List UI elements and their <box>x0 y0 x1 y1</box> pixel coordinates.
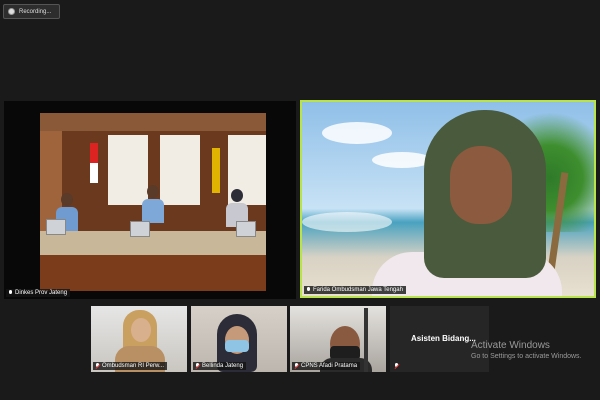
video-tile-ombudsman-ri[interactable]: Ombudsman RI Perw... <box>91 306 187 372</box>
watermark-title: Activate Windows <box>471 340 550 351</box>
microphone-icon <box>8 290 13 296</box>
record-icon <box>8 8 15 15</box>
video-tile-farida[interactable]: Farida Ombudsman Jawa Tengah <box>300 100 596 298</box>
muted-microphone-icon <box>294 363 299 369</box>
participant-name-tag <box>392 362 404 370</box>
recording-indicator[interactable]: Recording... <box>3 4 60 19</box>
muted-microphone-icon <box>95 363 100 369</box>
watermark-subtitle: Go to Settings to activate Windows. <box>471 353 582 360</box>
microphone-icon <box>306 287 311 293</box>
participant-name-large: Asisten Bidang... <box>411 334 476 343</box>
recording-label: Recording... <box>19 8 52 15</box>
participant-name-tag: Farida Ombudsman Jawa Tengah <box>304 286 406 294</box>
participant-name-tag: CPNS Afadi Pratama <box>292 362 361 370</box>
video-tile-cpns-afadi[interactable]: CPNS Afadi Pratama <box>290 306 386 372</box>
video-feed <box>40 113 266 291</box>
video-tile-dinkes[interactable]: Dinkes Prov Jateng <box>4 101 296 299</box>
participant-name-tag: Ombudsman RI Perw... <box>93 362 168 370</box>
participant-name-tag: Bellinda Jateng <box>193 362 247 370</box>
muted-microphone-icon <box>394 363 399 369</box>
muted-microphone-icon <box>195 363 200 369</box>
video-tile-bellinda[interactable]: Bellinda Jateng <box>191 306 287 372</box>
video-tile-asisten-bidang[interactable]: Asisten Bidang... <box>390 306 489 372</box>
activate-windows-watermark: Activate Windows Go to Settings to activ… <box>471 340 582 360</box>
participant-name-tag: Dinkes Prov Jateng <box>6 289 71 297</box>
